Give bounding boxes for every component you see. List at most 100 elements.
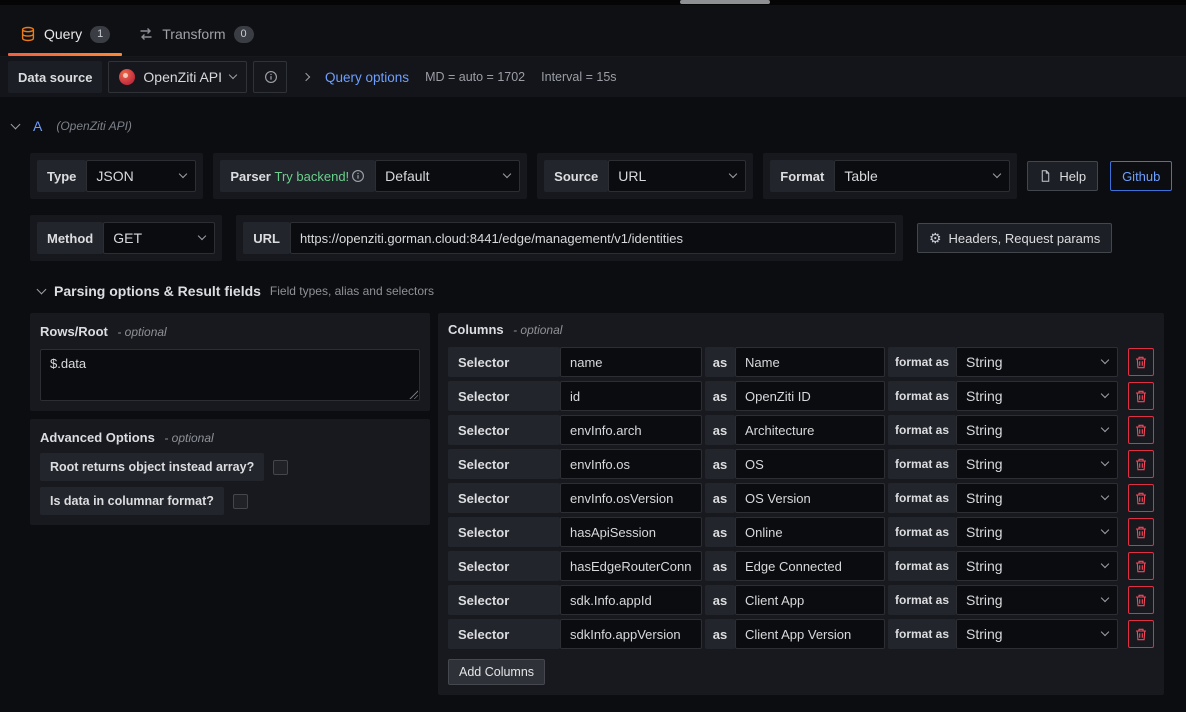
parser-select[interactable]: Default: [375, 160, 520, 192]
chevron-down-icon: [1101, 458, 1109, 466]
tab-query[interactable]: Query 1: [6, 12, 124, 56]
delete-column-button[interactable]: [1128, 586, 1154, 614]
type-select[interactable]: JSON: [86, 160, 196, 192]
column-row: Selector as format as String: [448, 415, 1154, 445]
column-selector-input[interactable]: [560, 483, 702, 513]
column-alias-input[interactable]: [735, 415, 885, 445]
datasource-info-button[interactable]: [253, 61, 287, 93]
column-format-select[interactable]: String: [956, 483, 1118, 513]
column-alias-input[interactable]: [735, 585, 885, 615]
headers-request-params-button[interactable]: ⚙ Headers, Request params: [917, 223, 1112, 253]
column-row: Selector as format as String: [448, 585, 1154, 615]
parser-field: Parser Try backend! Default: [213, 153, 527, 199]
column-alias-input[interactable]: [735, 551, 885, 581]
chevron-down-icon: [179, 170, 187, 178]
delete-column-button[interactable]: [1128, 348, 1154, 376]
column-alias-input[interactable]: [735, 347, 885, 377]
column-format-select[interactable]: String: [956, 415, 1118, 445]
column-format-select[interactable]: String: [956, 585, 1118, 615]
as-label: as: [705, 449, 735, 479]
delete-column-button[interactable]: [1128, 450, 1154, 478]
github-button[interactable]: Github: [1110, 161, 1172, 191]
delete-column-button[interactable]: [1128, 620, 1154, 648]
column-format-select[interactable]: String: [956, 347, 1118, 377]
selector-label: Selector: [448, 449, 560, 479]
format-as-label: format as: [888, 619, 956, 649]
as-label: as: [705, 347, 735, 377]
column-selector-input[interactable]: [560, 585, 702, 615]
max-data-points-text: MD = auto = 1702: [425, 70, 525, 84]
column-row: Selector as format as String: [448, 517, 1154, 547]
chevron-down-icon: [1101, 390, 1109, 398]
column-selector-input[interactable]: [560, 415, 702, 445]
chevron-down-icon: [503, 170, 511, 178]
column-format-select[interactable]: String: [956, 551, 1118, 581]
help-button[interactable]: Help: [1027, 161, 1098, 191]
columns-header: Columns - optional: [448, 321, 1154, 339]
query-options-toggle[interactable]: Query options: [325, 70, 409, 85]
url-input[interactable]: [290, 222, 896, 254]
delete-column-button[interactable]: [1128, 416, 1154, 444]
selector-label: Selector: [448, 347, 560, 377]
format-field: Format Table: [763, 153, 1017, 199]
delete-column-button[interactable]: [1128, 518, 1154, 546]
column-selector-input[interactable]: [560, 347, 702, 377]
method-field: Method GET: [30, 215, 222, 261]
window-drag-handle: [680, 0, 770, 4]
parsing-panels: Rows/Root - optional $.data Advanced Opt…: [30, 313, 1164, 695]
source-field: Source URL: [537, 153, 753, 199]
column-format-select[interactable]: String: [956, 381, 1118, 411]
column-row: Selector as format as String: [448, 449, 1154, 479]
column-row: Selector as format as String: [448, 551, 1154, 581]
column-selector-input[interactable]: [560, 619, 702, 649]
as-label: as: [705, 415, 735, 445]
chevron-down-icon: [1101, 356, 1109, 364]
parsing-section-header[interactable]: Parsing options & Result fields Field ty…: [38, 283, 1164, 299]
trash-icon: [1135, 628, 1147, 641]
interval-text: Interval = 15s: [541, 70, 616, 84]
method-select[interactable]: GET: [103, 222, 215, 254]
section-chevron-icon: [37, 284, 47, 294]
column-selector-input[interactable]: [560, 551, 702, 581]
delete-column-button[interactable]: [1128, 552, 1154, 580]
column-alias-input[interactable]: [735, 619, 885, 649]
datasource-picker[interactable]: OpenZiti API: [108, 61, 247, 93]
delete-column-button[interactable]: [1128, 484, 1154, 512]
add-columns-button[interactable]: Add Columns: [448, 659, 545, 685]
rows-root-panel: Rows/Root - optional $.data: [30, 313, 430, 411]
chevron-down-icon: [1101, 492, 1109, 500]
rows-root-input[interactable]: $.data: [40, 349, 420, 401]
checkbox-root-returns-object[interactable]: [273, 460, 288, 475]
query-ref-id: A: [33, 118, 42, 134]
column-selector-input[interactable]: [560, 381, 702, 411]
format-select[interactable]: Table: [834, 160, 1010, 192]
options-row: Type JSON Parser Try backend!: [30, 153, 1164, 199]
tab-transform[interactable]: Transform 0: [124, 12, 267, 56]
column-format-select[interactable]: String: [956, 449, 1118, 479]
chevron-down-icon: [1101, 424, 1109, 432]
tab-query-count-badge: 1: [90, 26, 110, 43]
format-as-label: format as: [888, 483, 956, 513]
column-selector-input[interactable]: [560, 449, 702, 479]
source-select[interactable]: URL: [608, 160, 746, 192]
database-icon: [20, 26, 36, 42]
chevron-down-icon: [229, 71, 237, 79]
column-alias-input[interactable]: [735, 517, 885, 547]
column-alias-input[interactable]: [735, 483, 885, 513]
collapse-chevron-icon[interactable]: [11, 119, 21, 129]
as-label: as: [705, 585, 735, 615]
breadcrumb-chevron-icon: [302, 73, 310, 81]
chevron-down-icon: [1101, 526, 1109, 534]
delete-column-button[interactable]: [1128, 382, 1154, 410]
column-alias-input[interactable]: [735, 381, 885, 411]
column-format-select[interactable]: String: [956, 517, 1118, 547]
tab-query-label: Query: [44, 26, 82, 42]
column-alias-input[interactable]: [735, 449, 885, 479]
columnar-format-label: Is data in columnar format?: [40, 487, 224, 515]
column-format-select[interactable]: String: [956, 619, 1118, 649]
column-row: Selector as format as String: [448, 483, 1154, 513]
datasource-row: Data source OpenZiti API Query options M…: [0, 57, 1186, 97]
column-selector-input[interactable]: [560, 517, 702, 547]
url-field: URL: [236, 215, 903, 261]
checkbox-columnar-format[interactable]: [233, 494, 248, 509]
